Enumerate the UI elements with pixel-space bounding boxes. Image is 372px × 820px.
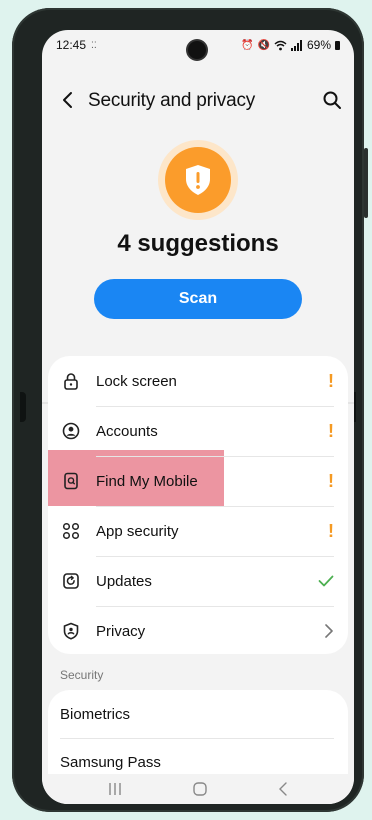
scan-button[interactable]: Scan	[94, 279, 302, 319]
home-icon[interactable]	[192, 781, 208, 797]
battery-icon	[335, 40, 340, 50]
account-icon	[62, 422, 80, 440]
divider	[60, 738, 334, 739]
list-item-app-security[interactable]: App security !	[48, 506, 348, 556]
warning-indicator: !	[328, 520, 334, 541]
checkmark-icon	[318, 575, 334, 587]
list-item-label: Accounts	[96, 422, 158, 440]
lock-icon	[64, 373, 78, 390]
top-app-bar: Security and privacy	[42, 82, 354, 120]
security-status-badge	[158, 140, 238, 220]
section-header-security: Security	[60, 668, 104, 682]
suggestions-count: 4 suggestions	[117, 230, 279, 257]
list-item-label: App security	[96, 522, 179, 540]
shield-warning-icon	[186, 165, 210, 195]
find-my-mobile-icon	[64, 472, 78, 490]
navigation-bar	[42, 774, 354, 804]
list-item-label: Privacy	[96, 622, 146, 640]
screen: 12:45 ⁚⁚ ⏰ 🔇 69% Security and privacy 4 …	[42, 30, 354, 804]
status-time: 12:45	[56, 38, 87, 52]
front-camera	[188, 41, 206, 59]
page-title: Security and privacy	[88, 90, 256, 111]
phone-frame: 12:45 ⁚⁚ ⏰ 🔇 69% Security and privacy 4 …	[12, 8, 368, 812]
updates-icon	[63, 573, 79, 589]
alarm-icon: ⏰	[241, 39, 254, 51]
back-arrow-icon[interactable]	[58, 90, 78, 110]
search-icon[interactable]	[322, 90, 342, 110]
list-item-find-my-mobile[interactable]: Find My Mobile !	[48, 456, 348, 506]
warning-indicator: !	[328, 470, 334, 491]
warning-indicator: !	[328, 420, 334, 441]
list-item-label: Updates	[96, 572, 152, 590]
list-item-privacy[interactable]: Privacy	[48, 606, 348, 656]
mute-icon: 🔇	[257, 39, 270, 51]
list-item-label: Lock screen	[96, 372, 177, 390]
list-item-accounts[interactable]: Accounts !	[48, 406, 348, 456]
app-security-icon	[62, 522, 80, 540]
battery-percent: 69%	[306, 38, 331, 52]
signal-icon	[290, 39, 302, 51]
privacy-icon	[63, 622, 79, 640]
notification-icon: ⁚⁚	[91, 39, 97, 50]
list-item-samsung-pass[interactable]: Samsung Pass	[60, 754, 161, 771]
security-settings-list: Lock screen ! Accounts ! Find My Mobile …	[48, 356, 348, 654]
back-icon[interactable]	[277, 781, 289, 797]
list-item-biometrics[interactable]: Biometrics	[60, 706, 130, 723]
list-item-label: Find My Mobile	[96, 472, 198, 490]
recents-icon[interactable]	[107, 782, 123, 796]
list-item-lock-screen[interactable]: Lock screen !	[48, 356, 348, 406]
chevron-right-icon	[325, 624, 333, 638]
warning-indicator: !	[328, 370, 334, 391]
side-button	[364, 148, 368, 218]
list-item-updates[interactable]: Updates	[48, 556, 348, 606]
wifi-icon	[274, 40, 287, 50]
hinge-left	[20, 392, 26, 422]
